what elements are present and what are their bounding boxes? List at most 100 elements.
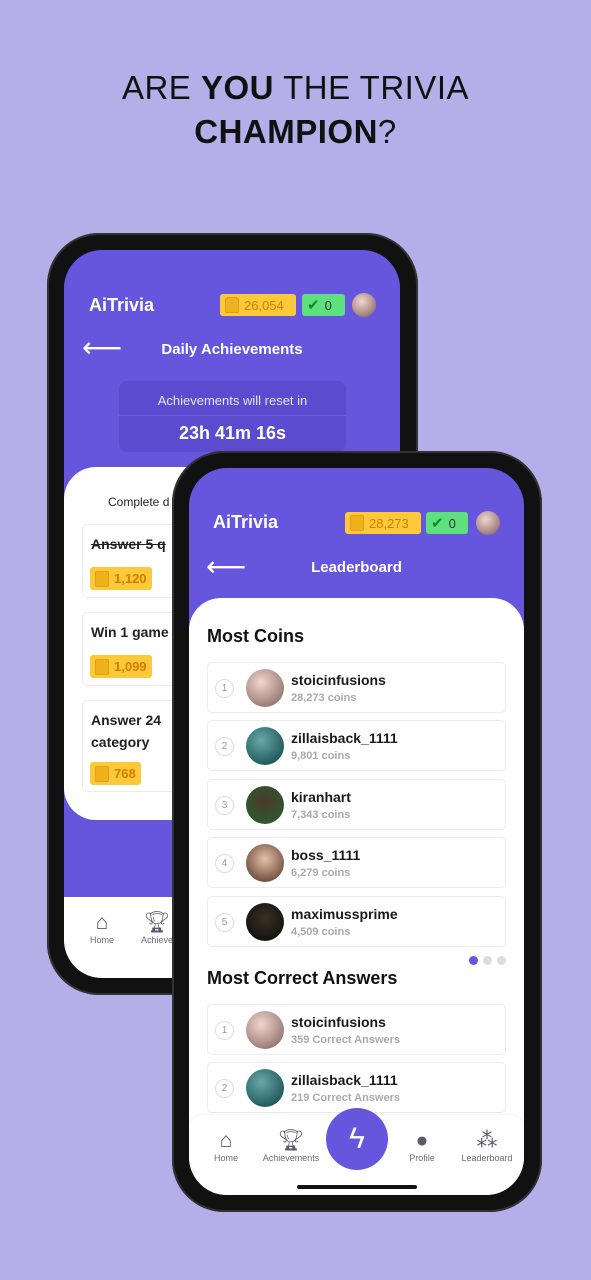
correct-badge[interactable]: ✔ 0 xyxy=(302,294,345,316)
user-avatar xyxy=(246,844,284,882)
headline-text: ? xyxy=(377,113,397,150)
nav-label: Achieve xyxy=(140,935,174,945)
nav-achievements[interactable]: 🏆︎ Achievements xyxy=(256,1129,326,1163)
user-stat: 6,279 coins xyxy=(291,867,351,879)
user-avatar xyxy=(246,669,284,707)
nav-leaderboard[interactable]: ⁂ Leaderboard xyxy=(452,1129,522,1163)
user-avatar xyxy=(246,1011,284,1049)
user-name: kiranhart xyxy=(291,789,351,805)
coin-count: 28,273 xyxy=(369,515,409,531)
headline-bold: CHAMPION xyxy=(194,113,378,150)
nav-profile[interactable]: ● Profile xyxy=(387,1129,457,1163)
leaderboard-row[interactable]: 1 stoicinfusions 28,273 coins xyxy=(207,662,506,713)
profile-icon: ● xyxy=(415,1129,429,1152)
correct-count: 0 xyxy=(448,515,456,531)
user-avatar xyxy=(246,903,284,941)
reward-value: 768 xyxy=(114,766,136,781)
lightning-icon: ϟ xyxy=(349,1122,365,1155)
user-name: zillaisback_1111 xyxy=(291,730,398,746)
correct-badge[interactable]: ✔ 0 xyxy=(426,512,468,534)
timer-value: 23h 41m 16s xyxy=(178,423,287,443)
app-logo: AiTrivia xyxy=(213,512,279,532)
achievement-text: Answer 24 xyxy=(91,712,162,728)
user-name: maximussprime xyxy=(291,906,398,922)
timer-label: Achievements will reset in xyxy=(119,381,346,416)
coin-icon xyxy=(95,570,109,587)
rank-badge: 2 xyxy=(215,737,234,756)
nav-label: Home xyxy=(89,935,114,945)
coin-icon xyxy=(95,658,109,675)
leaderboard-row[interactable]: 5 maximussprime 4,509 coins xyxy=(207,896,506,947)
coin-badge[interactable]: 28,273 xyxy=(345,512,421,534)
reward-value: 1,099 xyxy=(114,659,147,674)
leaderboard-row[interactable]: 3 kiranhart 7,343 coins xyxy=(207,779,506,830)
nav-label: Home xyxy=(213,1153,238,1163)
user-stat: 9,801 coins xyxy=(291,750,351,762)
user-stat: 7,343 coins xyxy=(291,809,351,821)
rank-badge: 3 xyxy=(215,796,234,815)
rank-badge: 5 xyxy=(215,913,234,932)
user-name: zillaisback_1111 xyxy=(291,1072,398,1088)
coin-icon xyxy=(95,765,109,782)
page-dot[interactable] xyxy=(497,956,506,965)
reward-value: 1,120 xyxy=(114,571,147,586)
check-icon: ✔ xyxy=(431,515,444,532)
leaderboard-panel: Most Coins 1 stoicinfusions 28,273 coins… xyxy=(189,598,524,1195)
trophy-icon: 🏆︎ xyxy=(277,1129,305,1152)
group-icon: ⁂ xyxy=(476,1129,498,1152)
nav-label: Leaderboard xyxy=(461,1153,513,1163)
nav-label: Achievements xyxy=(262,1153,320,1163)
nav-label: Profile xyxy=(409,1153,435,1163)
coin-icon xyxy=(350,515,364,531)
coin-icon xyxy=(225,297,239,313)
page-title: Leaderboard xyxy=(311,559,402,576)
user-name: stoicinfusions xyxy=(291,672,386,688)
leaderboard-row[interactable]: 1 stoicinfusions 359 Correct Answers xyxy=(207,1004,506,1055)
rank-badge: 1 xyxy=(215,679,234,698)
leaderboard-row[interactable]: 2 zillaisback_1111 219 Correct Answers xyxy=(207,1062,506,1113)
user-name: stoicinfusions xyxy=(291,1014,386,1030)
achievement-text: category xyxy=(91,734,150,750)
reward-badge: 1,099 xyxy=(90,655,152,678)
achievement-text: Win 1 game xyxy=(91,624,169,640)
user-name: boss_1111 xyxy=(291,847,361,863)
rank-badge: 1 xyxy=(215,1021,234,1040)
home-icon: ⌂ xyxy=(219,1129,233,1152)
page-title: Daily Achievements xyxy=(161,341,303,358)
user-avatar xyxy=(246,727,284,765)
user-avatar xyxy=(246,1069,284,1107)
most-correct-heading: Most Correct Answers xyxy=(207,968,398,988)
app-logo: AiTrivia xyxy=(89,295,155,315)
user-avatar xyxy=(246,786,284,824)
coin-badge[interactable]: 26,054 xyxy=(220,294,296,316)
reset-timer-box: Achievements will reset in 23h 41m 16s xyxy=(119,381,346,452)
achievement-text: Answer 5 q xyxy=(91,536,166,552)
user-stat: 28,273 coins xyxy=(291,692,357,704)
page-dot[interactable] xyxy=(469,956,478,965)
most-coins-heading: Most Coins xyxy=(207,626,304,646)
intro-text: Complete d xyxy=(108,495,170,509)
page-dot[interactable] xyxy=(483,956,492,965)
leaderboard-row[interactable]: 4 boss_1111 6,279 coins xyxy=(207,837,506,888)
user-stat: 219 Correct Answers xyxy=(291,1092,401,1104)
user-stat: 4,509 coins xyxy=(291,926,351,938)
reward-badge: 1,120 xyxy=(90,567,152,590)
reward-badge: 768 xyxy=(90,762,141,785)
home-indicator xyxy=(297,1185,417,1189)
play-button[interactable]: ϟ xyxy=(326,1108,388,1170)
coin-count: 26,054 xyxy=(244,297,284,313)
headline: ARE YOU THE TRIVIA CHAMPION? xyxy=(0,66,591,154)
rank-badge: 2 xyxy=(215,1079,234,1098)
leaderboard-row[interactable]: 2 zillaisback_1111 9,801 coins xyxy=(207,720,506,771)
headline-bold: YOU xyxy=(201,69,275,106)
nav-home[interactable]: ⌂ Home xyxy=(191,1129,261,1163)
rank-badge: 4 xyxy=(215,854,234,873)
headline-text: THE TRIVIA xyxy=(274,69,470,106)
check-icon: ✔ xyxy=(307,297,320,314)
front-phone-screen: AiTrivia 28,273 ✔ 0 ⟵ Leaderboard Most Co… xyxy=(189,468,524,1195)
avatar[interactable] xyxy=(352,293,376,317)
correct-count: 0 xyxy=(324,297,332,313)
user-stat: 359 Correct Answers xyxy=(291,1034,401,1046)
headline-text: ARE xyxy=(121,69,201,106)
avatar[interactable] xyxy=(476,511,500,535)
